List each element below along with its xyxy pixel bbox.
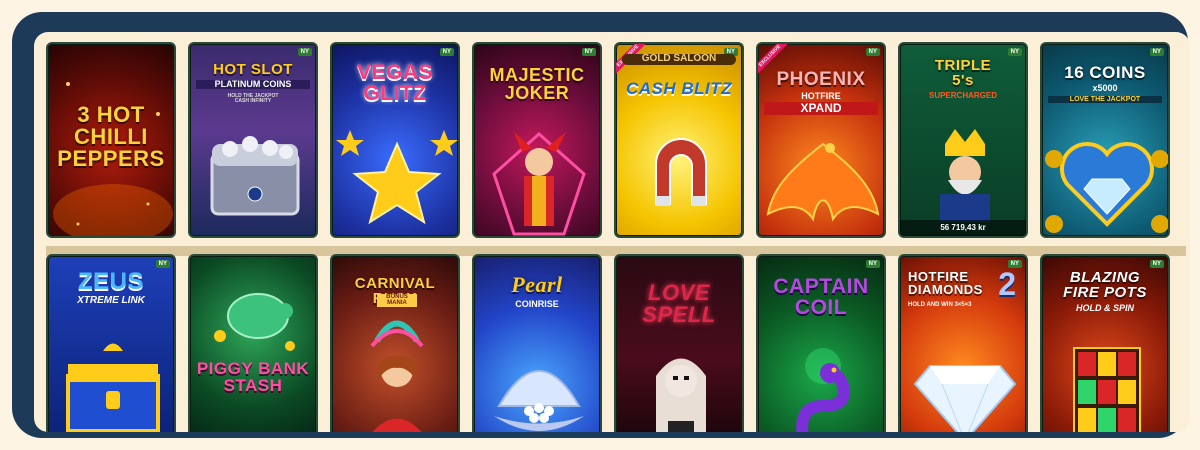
new-badge: NY [1007,48,1022,56]
game-number: 2 [998,266,1016,302]
game-grid-container: 3 HOT CHILLI PEPPERS NY HOT SLOT PLATINU… [34,32,1190,432]
game-subtitle: XTREME LINK [77,295,145,306]
new-badge: NY [155,260,170,268]
game-tile-16-coins[interactable]: NY 16 COINS x5000 LOVE THE JACKPOT [1040,42,1170,238]
new-badge: NY [581,48,596,56]
new-badge: NY [297,48,312,56]
game-grid: 3 HOT CHILLI PEPPERS NY HOT SLOT PLATINU… [46,42,1186,432]
game-title: BLAZING FIRE POTS [1063,269,1147,301]
game-tile-3-hot-chilli-peppers[interactable]: 3 HOT CHILLI PEPPERS [46,42,176,238]
game-tile-vegas-glitz[interactable]: NY VEGAS GLITZ [330,42,460,238]
game-title: Pearl [511,272,563,297]
new-badge: NY [865,260,880,268]
game-tile-carnival-rush[interactable]: CARNIVAL RUSH BONUS MANIA [330,254,460,432]
game-subtitle: PLATINUM COINS [196,79,310,90]
game-title: ZEUS [77,268,144,295]
game-tile-blazing-fire-pots[interactable]: NY BLAZING FIRE POTS HOLD & SPIN [1040,254,1170,432]
game-tile-phoenix-hotfire-xpand[interactable]: NY EXCLUSIVE PHOENIX HOTFIRE XPAND [756,42,886,238]
game-subtitle: SUPERCHARGED [928,91,997,100]
new-badge: NY [865,48,880,56]
new-badge: NY [439,48,454,56]
game-title: PIGGY BANK STASH [196,359,310,395]
game-subtitle: GOLD SALOON [622,53,736,65]
game-tagline: XPAND [764,102,878,115]
game-subtitle: x5000 [1092,83,1118,93]
jackpot-amount: 56 719,43 kr [900,220,1026,236]
game-title: 3 HOT CHILLI PEPPERS [57,102,165,171]
game-tile-cash-blitz[interactable]: NY EXCLUSIVE GOLD SALOON CASH BLITZ [614,42,744,238]
game-tagline: HOLD THE JACKPOT CASH INFINITY [227,93,279,105]
game-tile-captain-coil[interactable]: NY CAPTAIN COIL [756,254,886,432]
game-title: CAPTAIN COIL [773,275,869,319]
game-title: CASH BLITZ [625,79,733,98]
game-tile-hot-slot-platinum-coins[interactable]: NY HOT SLOT PLATINUM COINS HOLD THE JACK… [188,42,318,238]
game-tagline: LOVE THE JACKPOT [1048,96,1162,104]
game-tile-love-spell[interactable]: LOVE SPELL [614,254,744,432]
game-title: PHOENIX [776,69,866,90]
new-badge: NY [1149,48,1164,56]
game-panel: 3 HOT CHILLI PEPPERS NY HOT SLOT PLATINU… [12,12,1190,438]
new-badge: NY [1149,260,1164,268]
game-title: LOVE SPELL [642,280,716,327]
game-tile-pearl-coinrise[interactable]: Pearl COINRISE [472,254,602,432]
game-tile-hotfire-diamonds-2[interactable]: NY HOTFIRE DIAMONDS 2 HOLD AND WIN 3×5×3 [898,254,1028,432]
game-tile-piggy-bank-stash[interactable]: PIGGY BANK STASH [188,254,318,432]
game-title: 16 COINS [1064,63,1146,82]
game-title: VEGAS GLITZ [356,61,434,105]
game-subtitle: BONUS MANIA [377,294,417,307]
game-subtitle: HOLD AND WIN 3×5×3 [908,302,972,308]
game-tile-majestic-joker[interactable]: NY MAJESTIC JOKER [472,42,602,238]
game-title: MAJESTIC JOKER [489,65,585,103]
piggy-bank-icon [214,293,295,351]
game-subtitle: HOLD & SPIN [1075,303,1134,313]
page-frame: 3 HOT CHILLI PEPPERS NY HOT SLOT PLATINU… [0,0,1200,450]
game-subtitle: COINRISE [515,299,559,309]
game-title: TRIPLE 5's [934,57,992,89]
game-tile-triple-5s-supercharged[interactable]: NY TRIPLE 5's SUPERCHARGED 56 719,43 kr [898,42,1028,238]
game-tile-zeus-xtreme-link[interactable]: NY ZEUS XTREME LINK [46,254,176,432]
game-title: HOT SLOT [213,61,293,78]
